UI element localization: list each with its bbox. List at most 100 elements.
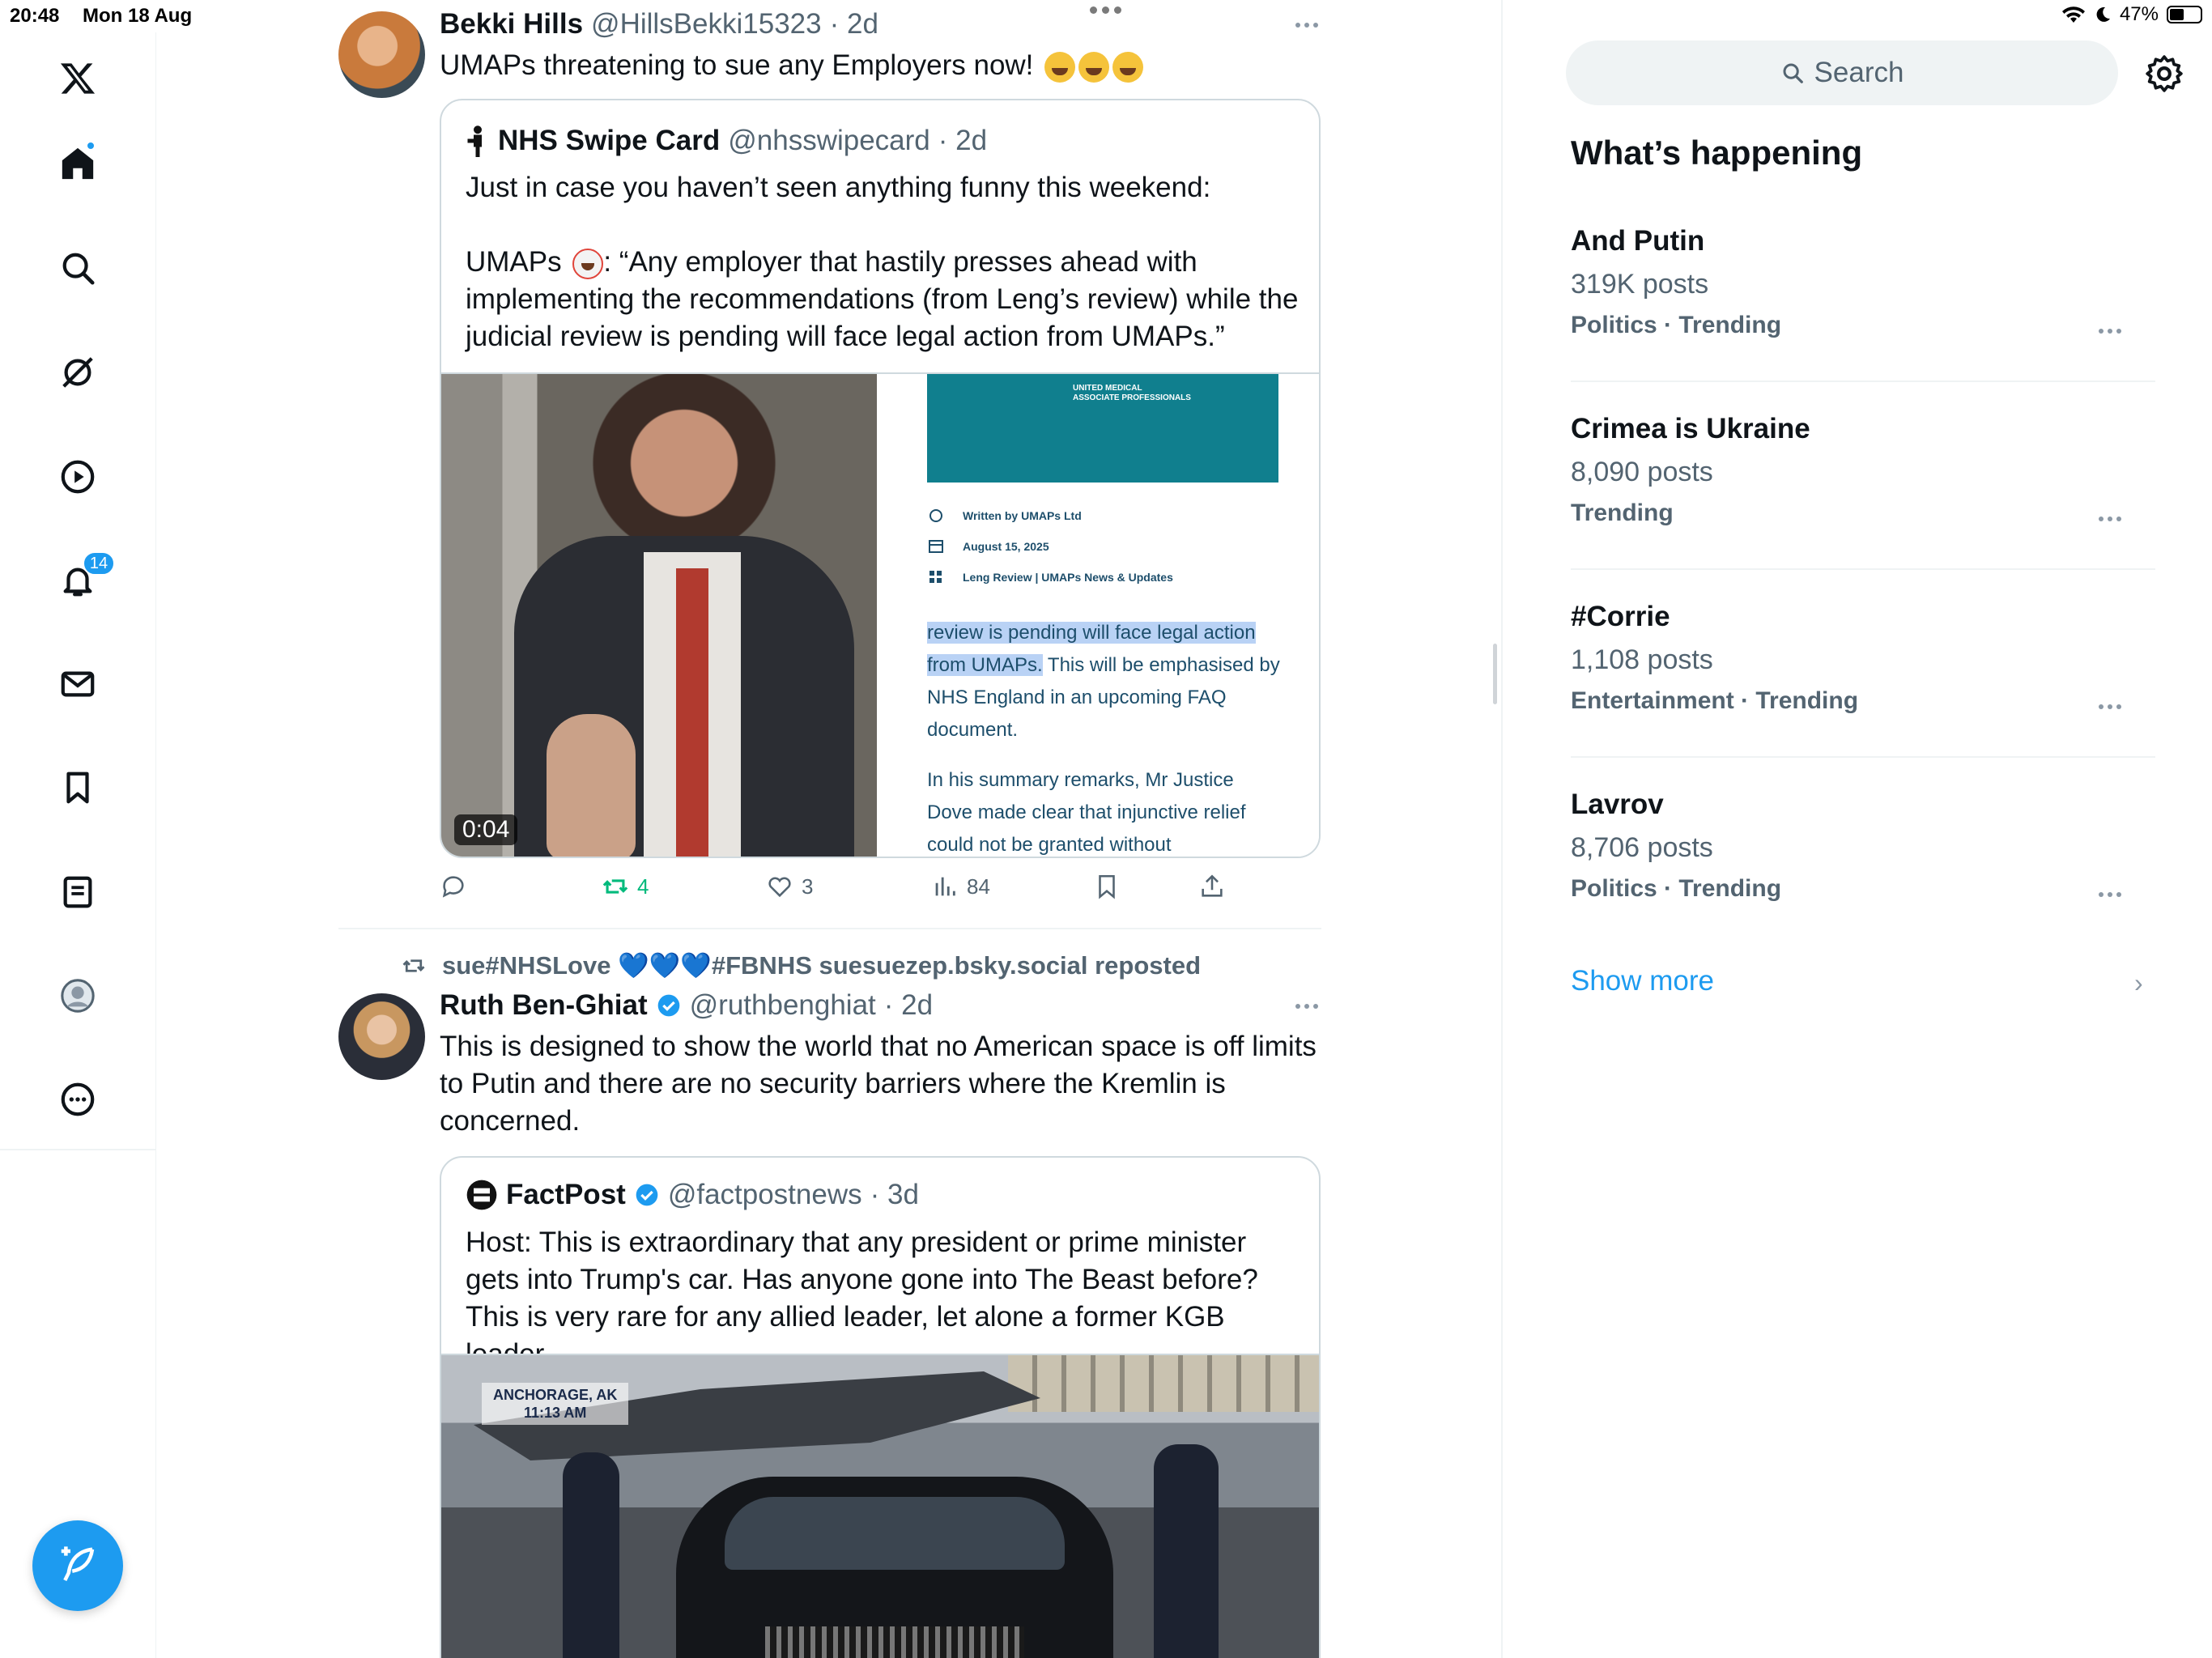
- trend-meta: Trending: [1571, 500, 1674, 526]
- banner-org-line1: UNITED MEDICAL: [1073, 384, 1142, 393]
- lists-icon[interactable]: [52, 866, 104, 918]
- bookmark-button[interactable]: [1093, 873, 1121, 900]
- quote-author-name[interactable]: FactPost: [506, 1179, 626, 1211]
- nav-divider: [0, 1149, 156, 1150]
- post-text: UMAPs threatening to sue any Employers n…: [440, 47, 1330, 84]
- quote-text: Just in case you haven’t seen anything f…: [466, 169, 1300, 355]
- doc-body-2: In his summary remarks, Mr Justice Dove …: [927, 769, 1246, 856]
- profile-icon[interactable]: [52, 970, 104, 1022]
- trend-meta: Entertainment · Trending: [1571, 687, 1859, 714]
- author-name[interactable]: Ruth Ben-Ghiat: [440, 989, 648, 1022]
- search-input[interactable]: Search: [1566, 40, 2118, 105]
- views-icon: [935, 877, 955, 896]
- chevron-right-icon[interactable]: ›: [2134, 968, 2143, 998]
- bookmark-icon[interactable]: [52, 762, 104, 814]
- grid-icon: [929, 571, 942, 583]
- left-nav: 14: [0, 32, 156, 1658]
- quote-avatar-icon: [467, 125, 482, 157]
- compose-button[interactable]: [32, 1520, 123, 1611]
- trend-more-icon[interactable]: [2099, 892, 2121, 897]
- clown-emoji-icon: [572, 248, 604, 279]
- quote-author-name[interactable]: NHS Swipe Card: [498, 125, 720, 157]
- notifications-badge: 14: [83, 551, 115, 576]
- trend-divider: [1571, 380, 2155, 382]
- limo-grille: [765, 1626, 1024, 1658]
- trend-item[interactable]: Lavrov 8,706 posts Politics · Trending: [1571, 789, 2154, 903]
- mail-icon[interactable]: [52, 658, 104, 710]
- quote-media[interactable]: 0:04 UNITED MEDICAL ASSOCIATE PROFESSION…: [441, 372, 1319, 857]
- post-time[interactable]: · 2d: [830, 8, 878, 40]
- document-image[interactable]: UNITED MEDICAL ASSOCIATE PROFESSIONALS W…: [878, 374, 1319, 857]
- repost-context[interactable]: sue#NHSLove 💙💙💙#FBNHS suesuezep.bsky.soc…: [400, 950, 1201, 980]
- doc-meta-date: August 15, 2025: [929, 539, 1049, 554]
- reply-button[interactable]: [440, 873, 467, 900]
- trend-meta: Politics · Trending: [1571, 312, 1782, 338]
- doc-date: August 15, 2025: [963, 540, 1049, 553]
- video-duration: 0:04: [454, 814, 518, 845]
- limo-windshield: [725, 1497, 1065, 1570]
- quote-time[interactable]: · 3d: [870, 1179, 919, 1211]
- trend-item[interactable]: And Putin 319K posts Politics · Trending: [1571, 225, 2154, 339]
- banner-org-line2: ASSOCIATE PROFESSIONALS: [1073, 393, 1191, 402]
- video-thumbnail[interactable]: 0:04: [441, 374, 877, 857]
- post-header: Bekki Hills @HillsBekki15323 · 2d: [440, 8, 878, 40]
- post-body: This is designed to show the world that …: [440, 1031, 1317, 1137]
- trend-more-icon[interactable]: [2099, 517, 2121, 521]
- quote-time[interactable]: · 2d: [938, 125, 987, 157]
- more-icon[interactable]: [52, 1073, 104, 1125]
- heart-icon: [768, 877, 791, 898]
- author-handle[interactable]: @HillsBekki15323: [591, 8, 822, 40]
- doc-written-by: Written by UMAPs Ltd: [963, 509, 1082, 522]
- compose-feather-icon: [61, 1546, 95, 1582]
- bell-icon[interactable]: 14: [52, 551, 115, 606]
- trend-more-icon[interactable]: [2099, 704, 2121, 709]
- trend-name: Lavrov: [1571, 789, 1664, 820]
- x-logo-icon[interactable]: [52, 53, 104, 104]
- post-time[interactable]: · 2d: [884, 989, 933, 1022]
- search-icon[interactable]: [52, 242, 104, 294]
- doc-category: Leng Review | UMAPs News & Updates: [963, 571, 1173, 584]
- doc-body-1: review is pending will face legal action…: [927, 617, 1283, 746]
- umaps-banner: UNITED MEDICAL ASSOCIATE PROFESSIONALS: [927, 374, 1278, 483]
- author-name[interactable]: Bekki Hills: [440, 8, 583, 40]
- whats-happening-title: What’s happening: [1571, 134, 1863, 172]
- quote-author-handle[interactable]: @factpostnews: [668, 1179, 862, 1211]
- trend-item[interactable]: #Corrie 1,108 posts Entertainment · Tren…: [1571, 601, 2154, 715]
- bookmark-icon: [1099, 874, 1115, 899]
- quote-video[interactable]: ANCHORAGE, AK 11:13 AM: [441, 1354, 1319, 1658]
- views-button[interactable]: 84: [931, 873, 990, 900]
- battery-icon: [2167, 6, 2202, 23]
- repost-button[interactable]: 4: [602, 873, 649, 900]
- overlay-location: ANCHORAGE, AK: [493, 1387, 618, 1403]
- battery-percent: 47%: [2119, 3, 2159, 25]
- video-icon[interactable]: [52, 451, 104, 503]
- quoted-post[interactable]: FactPost @factpostnews · 3d Host: This i…: [440, 1156, 1321, 1658]
- share-button[interactable]: [1198, 873, 1226, 900]
- laughing-emoji-icon: [1078, 51, 1110, 83]
- search-icon: [1783, 63, 1803, 83]
- post-more-icon[interactable]: [1295, 1004, 1318, 1009]
- avatar[interactable]: [338, 993, 425, 1080]
- trend-name: Crimea is Ukraine: [1571, 413, 1810, 444]
- post-more-icon[interactable]: [1295, 23, 1318, 28]
- quote-author-handle[interactable]: @nhsswipecard: [728, 125, 930, 157]
- search-placeholder: Search: [1814, 57, 1904, 88]
- verified-badge-icon: [636, 1184, 658, 1206]
- trend-divider: [1571, 568, 2155, 570]
- doc-meta-written: Written by UMAPs Ltd: [929, 508, 1082, 523]
- author-handle[interactable]: @ruthbenghiat: [690, 989, 876, 1022]
- trend-item[interactable]: Crimea is Ukraine 8,090 posts Trending: [1571, 413, 2154, 527]
- home-icon[interactable]: [52, 138, 104, 189]
- quoted-post[interactable]: NHS Swipe Card @nhsswipecard · 2d Just i…: [440, 99, 1321, 858]
- scrollbar[interactable]: [1493, 644, 1497, 704]
- avatar[interactable]: [338, 11, 425, 98]
- like-button[interactable]: 3: [766, 873, 813, 900]
- quote-header: NHS Swipe Card @nhsswipecard · 2d: [466, 125, 987, 157]
- grok-icon[interactable]: [52, 346, 104, 398]
- video-hand: [547, 714, 636, 857]
- trend-count: 8,706 posts: [1571, 832, 1713, 863]
- gear-icon[interactable]: [2144, 53, 2184, 94]
- trend-more-icon[interactable]: [2099, 329, 2121, 334]
- show-more-link[interactable]: Show more: [1571, 965, 1714, 997]
- agent-left: [563, 1452, 619, 1658]
